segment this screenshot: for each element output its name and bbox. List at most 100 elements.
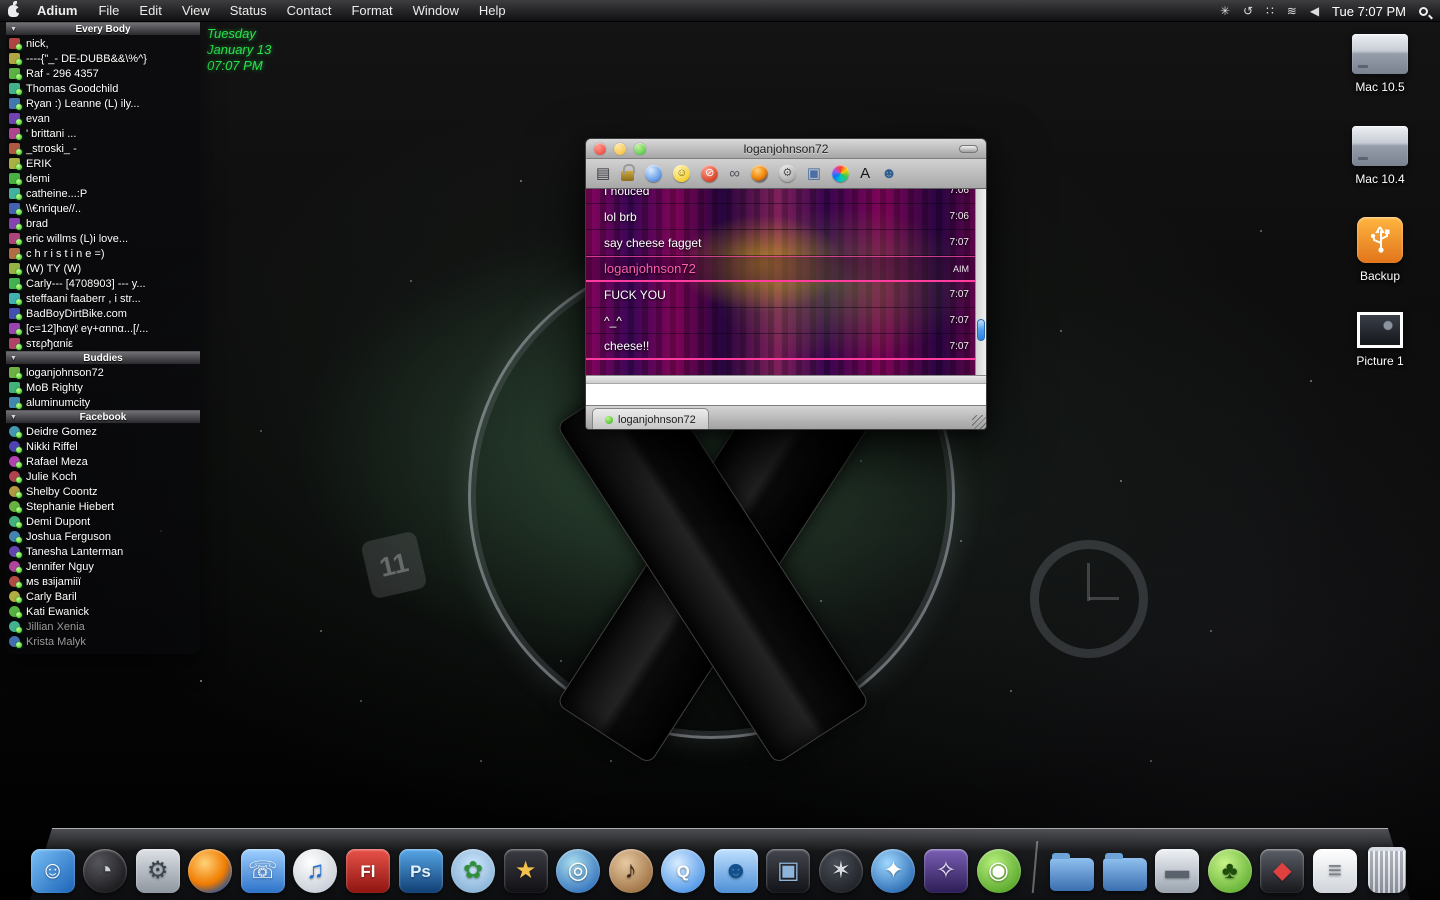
buddy-item[interactable]: Thomas Goodchild (6, 81, 200, 96)
buddy-item[interactable]: brad (6, 216, 200, 231)
buddy-item[interactable]: (W) TY (W) (6, 261, 200, 276)
dock-kart-game-icon[interactable]: ◆ (1259, 845, 1305, 893)
buddy-item[interactable]: Deidre Gomez (6, 424, 200, 439)
buddy-item[interactable]: ERIK (6, 156, 200, 171)
dock-itunes-icon[interactable]: ♫ (293, 845, 339, 893)
dock-photoshop-icon[interactable]: Ps (398, 845, 444, 893)
group-header-buddies[interactable]: ▼ Buddies (6, 351, 200, 365)
buddy-item[interactable]: Stephanie Hiebert (6, 499, 200, 514)
desktop-icon-backup[interactable]: Backup (1332, 217, 1428, 283)
buddy-item[interactable]: eric willms (L)i love... (6, 231, 200, 246)
menu-edit[interactable]: Edit (129, 0, 171, 22)
menu-file[interactable]: File (88, 0, 129, 22)
group-header-every-body[interactable]: ▼ Every Body (6, 22, 200, 36)
dock-blue-creature-icon[interactable]: ✦ (871, 845, 917, 893)
buddy-item[interactable]: Jennifer Nguy (6, 559, 200, 574)
message-input[interactable] (586, 383, 986, 405)
desktop-icon-mac-10-5[interactable]: Mac 10.5 (1332, 34, 1428, 94)
menu-window[interactable]: Window (403, 0, 469, 22)
buddy-item[interactable]: [c=12]hαγℓ eγ+αnnα...[/... (6, 321, 200, 336)
dock-photo-booth-icon[interactable]: ✶ (818, 845, 864, 893)
buddy-item[interactable]: Joshua Ferguson (6, 529, 200, 544)
buddy-item[interactable]: Krista Malyk (6, 634, 200, 649)
resize-grip[interactable] (972, 415, 986, 429)
buddy-item[interactable]: MoB Righty (6, 380, 200, 395)
block-user-icon[interactable]: ⊘ (701, 165, 719, 182)
apple-menu[interactable] (0, 0, 26, 21)
window-titlebar[interactable]: loganjohnson72 (586, 139, 986, 159)
contact-info-icon[interactable]: ▤ (596, 166, 610, 181)
volume-icon[interactable]: ◀ (1310, 4, 1319, 18)
menu-format[interactable]: Format (341, 0, 402, 22)
buddy-item[interactable]: мѕ взіјаmіії (6, 574, 200, 589)
emoticon-icon[interactable]: ☺ (673, 165, 691, 182)
buddy-item[interactable]: sτερђαnίε (6, 336, 200, 351)
dock-usb-drive-icon[interactable]: ▬ (1154, 845, 1200, 893)
dock-quicktime-icon[interactable]: Q (660, 845, 706, 893)
spaces-icon[interactable]: ∷ (1266, 4, 1274, 18)
buddy-item[interactable]: BadBoyDirtBike.com (6, 306, 200, 321)
buddy-item[interactable]: aluminumcity (6, 395, 200, 410)
group-header-facebook[interactable]: ▼ Facebook (6, 410, 200, 424)
insert-image-icon[interactable]: ▣ (807, 166, 821, 181)
dock-folder-applications-icon[interactable] (1049, 845, 1095, 893)
buddy-item[interactable]: steffaani faaberr , i str... (6, 291, 200, 306)
buddy-item[interactable]: Raf - 296 4357 (6, 66, 200, 81)
dock-system-preferences-icon[interactable]: ⚙ (135, 845, 181, 893)
buddy-item[interactable]: Jillian Xenia (6, 619, 200, 634)
gears-icon[interactable]: ⚙ (778, 165, 796, 182)
script-menu-icon[interactable]: ✳ (1220, 4, 1230, 18)
dock-telescope-icon[interactable]: ✧ (923, 845, 969, 893)
buddy-item[interactable]: Demi Dupont (6, 514, 200, 529)
user-profile-icon[interactable] (645, 165, 663, 182)
firefox-icon[interactable] (750, 165, 768, 182)
buddy-item[interactable]: ----{"_- DE-DUBB&&\%^} (6, 51, 200, 66)
buddy-item[interactable]: Julie Koch (6, 469, 200, 484)
dock-finder-icon[interactable]: ☺ (30, 845, 76, 893)
time-machine-icon[interactable]: ↺ (1243, 4, 1253, 18)
menu-contact[interactable]: Contact (277, 0, 342, 22)
buddy-item[interactable]: Ryan :) Leanne (L) ily... (6, 96, 200, 111)
buddy-item[interactable]: evan (6, 111, 200, 126)
dock-firefox-icon[interactable] (188, 845, 234, 893)
dock-folder-documents-icon[interactable] (1102, 845, 1148, 893)
buddy-item[interactable]: Tanesha Lanterman (6, 544, 200, 559)
dock-flash-icon[interactable]: Fl (345, 845, 391, 893)
insert-link-icon[interactable]: ∞ (729, 166, 740, 181)
dock-garageband-icon[interactable]: ♪ (608, 845, 654, 893)
buddy-item[interactable]: Carly Baril (6, 589, 200, 604)
font-icon[interactable]: A (860, 166, 870, 181)
dock-imovie-icon[interactable]: ★ (503, 845, 549, 893)
dock-green-app-icon[interactable]: ♣ (1207, 845, 1253, 893)
dock-ichat-icon[interactable]: ☏ (240, 845, 286, 893)
menu-view[interactable]: View (172, 0, 220, 22)
buddy-item[interactable]: ' brittani ... (6, 126, 200, 141)
desktop-icon-picture-1[interactable]: Picture 1 (1332, 312, 1428, 368)
dock-dashboard-icon[interactable]: ◔ (82, 845, 128, 893)
menu-help[interactable]: Help (469, 0, 516, 22)
conversation-tab[interactable]: loganjohnson72 (592, 408, 709, 429)
desktop-icon-mac-10-4[interactable]: Mac 10.4 (1332, 126, 1428, 186)
dock-web-page-icon[interactable]: ≡ (1312, 845, 1358, 893)
toolbar-toggle-button[interactable] (959, 145, 978, 153)
color-wheel-icon[interactable] (832, 165, 850, 182)
buddy-item[interactable]: _stroski_ - (6, 141, 200, 156)
menu-clock[interactable]: Tue 7:07 PM (1332, 4, 1406, 19)
buddy-item[interactable]: Rafael Meza (6, 454, 200, 469)
menu-adium[interactable]: Adium (26, 0, 88, 22)
menu-status[interactable]: Status (220, 0, 277, 22)
spotlight-icon[interactable] (1419, 6, 1428, 16)
buddy-item[interactable]: Nikki Riffel (6, 439, 200, 454)
buddy-item[interactable]: \\€nrique//.. (6, 201, 200, 216)
buddy-item[interactable]: c h r i s t i n e =) (6, 246, 200, 261)
dock-dvd-player-icon[interactable]: ◎ (555, 845, 601, 893)
dock-iphoto-icon[interactable]: ✿ (450, 845, 496, 893)
scrollbar-thumb[interactable] (977, 319, 985, 342)
buddy-item[interactable]: loganjohnson72 (6, 365, 200, 380)
buddy-item[interactable]: catheine...:P (6, 186, 200, 201)
buddy-item[interactable]: Carly--- [4708903] --- y... (6, 276, 200, 291)
dock-front-row-icon[interactable]: ▣ (766, 845, 812, 893)
file-transfer-icon[interactable]: ☻ (881, 166, 897, 181)
buddy-item[interactable]: nick, (6, 36, 200, 51)
encryption-lock-icon[interactable] (621, 164, 636, 181)
